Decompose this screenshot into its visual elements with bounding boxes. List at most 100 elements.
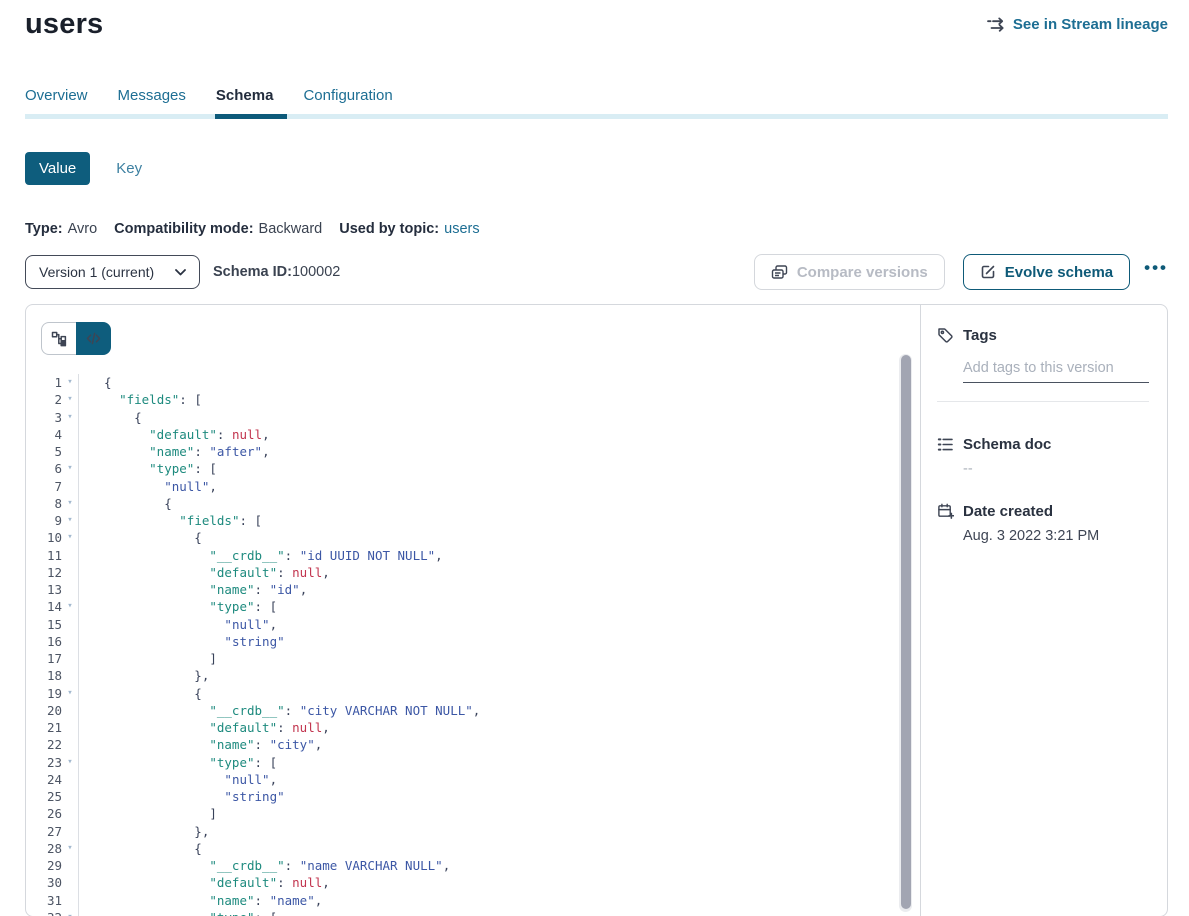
code-text: "__crdb__": "id UUID NOT NULL", — [79, 547, 443, 564]
version-select-value: Version 1 (current) — [39, 264, 154, 280]
fold-gutter — [62, 564, 79, 581]
code-text: "default": null, — [79, 874, 330, 891]
line-number: 26 — [26, 805, 62, 822]
line-number: 4 — [26, 426, 62, 443]
code-editor-lines: 1▾{2▾ "fields": [3▾ {4 "default": null,5… — [26, 374, 920, 916]
more-actions-button[interactable]: ••• — [1144, 263, 1168, 281]
fold-toggle-icon[interactable]: ▾ — [62, 909, 79, 916]
line-number: 32 — [26, 909, 62, 916]
code-text: ] — [79, 650, 217, 667]
fold-toggle-icon[interactable]: ▾ — [62, 685, 79, 702]
compare-versions-icon — [771, 264, 788, 280]
tab-configuration[interactable]: Configuration — [303, 87, 392, 114]
code-text: "default": null, — [79, 426, 270, 443]
code-line: 7 "null", — [26, 478, 920, 495]
editor-view-toggle — [41, 322, 111, 355]
fold-gutter — [62, 650, 79, 667]
code-text: "type": [ — [79, 460, 217, 477]
code-line: 29 "__crdb__": "name VARCHAR NULL", — [26, 857, 920, 874]
tab-messages[interactable]: Messages — [118, 87, 186, 114]
code-view-toggle[interactable] — [76, 322, 111, 355]
fold-toggle-icon[interactable]: ▾ — [62, 512, 79, 529]
schema-sidebar: Tags Schema doc -- — [920, 305, 1167, 916]
list-icon — [937, 436, 954, 453]
date-created-section-header: Date created — [937, 503, 1149, 520]
code-text: { — [79, 529, 202, 546]
line-number: 29 — [26, 857, 62, 874]
fold-toggle-icon[interactable]: ▾ — [62, 529, 79, 546]
fold-toggle-icon[interactable]: ▾ — [62, 391, 79, 408]
code-text: "name": "id", — [79, 581, 307, 598]
fold-gutter — [62, 771, 79, 788]
code-line: 26 ] — [26, 805, 920, 822]
code-text: }, — [79, 823, 209, 840]
schema-id: Schema ID:100002 — [213, 264, 340, 280]
code-text: "null", — [79, 616, 277, 633]
line-number: 25 — [26, 788, 62, 805]
line-number: 5 — [26, 443, 62, 460]
page-title: users — [25, 8, 103, 41]
code-text: "null", — [79, 478, 217, 495]
tab-schema[interactable]: Schema — [216, 87, 274, 114]
fold-toggle-icon[interactable]: ▾ — [62, 374, 79, 391]
evolve-schema-button[interactable]: Evolve schema — [963, 254, 1130, 290]
code-text: { — [79, 495, 172, 512]
compare-versions-button[interactable]: Compare versions — [754, 254, 945, 290]
compatibility-value: Backward — [259, 221, 323, 237]
editor-scrollbar-thumb[interactable] — [901, 355, 911, 909]
code-text: "string" — [79, 788, 285, 805]
tags-section-header: Tags — [937, 327, 1149, 344]
schema-doc-title: Schema doc — [963, 436, 1051, 453]
schema-meta-row: Type: Avro Compatibility mode: Backward … — [25, 221, 1168, 237]
code-line: 12 "default": null, — [26, 564, 920, 581]
key-toggle-button[interactable]: Key — [116, 160, 142, 177]
stream-lineage-link[interactable]: See in Stream lineage — [987, 16, 1168, 33]
code-line: 11 "__crdb__": "id UUID NOT NULL", — [26, 547, 920, 564]
fold-gutter — [62, 547, 79, 564]
code-text: { — [79, 374, 112, 391]
code-line: 27 }, — [26, 823, 920, 840]
version-select[interactable]: Version 1 (current) — [25, 255, 200, 289]
code-line: 18 }, — [26, 667, 920, 684]
line-number: 18 — [26, 667, 62, 684]
line-number: 30 — [26, 874, 62, 891]
code-editor[interactable]: 1▾{2▾ "fields": [3▾ {4 "default": null,5… — [26, 374, 920, 916]
code-line: 24 "null", — [26, 771, 920, 788]
code-line: 19▾ { — [26, 685, 920, 702]
date-created-value: Aug. 3 2022 3:21 PM — [963, 528, 1149, 544]
fold-toggle-icon[interactable]: ▾ — [62, 460, 79, 477]
stream-lineage-label: See in Stream lineage — [1013, 16, 1168, 33]
fold-toggle-icon[interactable]: ▾ — [62, 495, 79, 512]
code-line: 22 "name": "city", — [26, 736, 920, 753]
code-text: { — [79, 840, 202, 857]
code-line: 15 "null", — [26, 616, 920, 633]
code-text: "name": "after", — [79, 443, 270, 460]
code-line: 32▾ "type": [ — [26, 909, 920, 916]
schema-id-label: Schema ID: — [213, 264, 292, 280]
fold-gutter — [62, 788, 79, 805]
code-text: "type": [ — [79, 598, 277, 615]
value-toggle-button[interactable]: Value — [25, 152, 90, 185]
code-line: 30 "default": null, — [26, 874, 920, 891]
fold-toggle-icon[interactable]: ▾ — [62, 409, 79, 426]
tab-overview[interactable]: Overview — [25, 87, 88, 114]
fold-toggle-icon[interactable]: ▾ — [62, 840, 79, 857]
line-number: 2 — [26, 391, 62, 408]
fold-gutter — [62, 616, 79, 633]
topic-link[interactable]: users — [444, 221, 479, 237]
line-number: 27 — [26, 823, 62, 840]
line-number: 9 — [26, 512, 62, 529]
line-number: 14 — [26, 598, 62, 615]
line-number: 24 — [26, 771, 62, 788]
tree-view-toggle[interactable] — [41, 322, 76, 355]
fold-toggle-icon[interactable]: ▾ — [62, 754, 79, 771]
fold-gutter — [62, 667, 79, 684]
code-line: 28▾ { — [26, 840, 920, 857]
code-line: 17 ] — [26, 650, 920, 667]
fold-toggle-icon[interactable]: ▾ — [62, 598, 79, 615]
fold-gutter — [62, 736, 79, 753]
tags-input[interactable] — [963, 358, 1149, 383]
fold-gutter — [62, 857, 79, 874]
code-text: "__crdb__": "city VARCHAR NOT NULL", — [79, 702, 480, 719]
evolve-schema-icon — [980, 264, 996, 280]
